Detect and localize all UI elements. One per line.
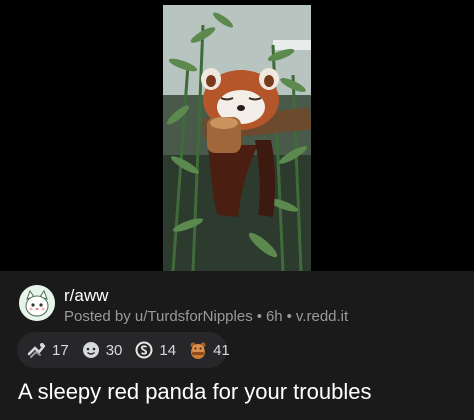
award-item[interactable]: 14 xyxy=(134,340,176,360)
wholesome-award-icon xyxy=(82,342,99,358)
award-count: 41 xyxy=(213,341,230,359)
subreddit-name[interactable]: r/aww xyxy=(64,287,108,305)
award-item[interactable]: 17 xyxy=(27,340,69,360)
award-count: 30 xyxy=(105,341,123,359)
award-item[interactable]: 30 xyxy=(81,340,123,360)
meta-separator: • xyxy=(286,308,292,325)
subreddit-avatar[interactable] xyxy=(19,285,55,321)
red-panda-video-frame xyxy=(163,5,311,271)
helpful-award-icon xyxy=(27,343,46,358)
video-player[interactable] xyxy=(163,5,311,271)
post-age: 6h xyxy=(265,308,283,325)
posted-by-user[interactable]: Posted by u/TurdsforNipples xyxy=(64,308,253,325)
award-count: 14 xyxy=(159,341,177,359)
award-count: 17 xyxy=(52,341,69,359)
post-domain[interactable]: v.redd.it xyxy=(296,308,348,325)
meta-separator: • xyxy=(256,308,262,325)
post-meta: Posted by u/TurdsforNipples • 6h • v.redd.it xyxy=(64,309,348,325)
silver-award-icon xyxy=(135,341,153,359)
aww-mascot-icon xyxy=(19,285,55,321)
hugz-award-icon xyxy=(190,342,206,359)
awards-bar[interactable]: 17 30 14 41 xyxy=(17,332,230,368)
award-item[interactable]: 41 xyxy=(188,340,230,360)
post-media-area[interactable] xyxy=(0,0,474,271)
post-title[interactable]: A sleepy red panda for your troubles xyxy=(18,378,371,406)
